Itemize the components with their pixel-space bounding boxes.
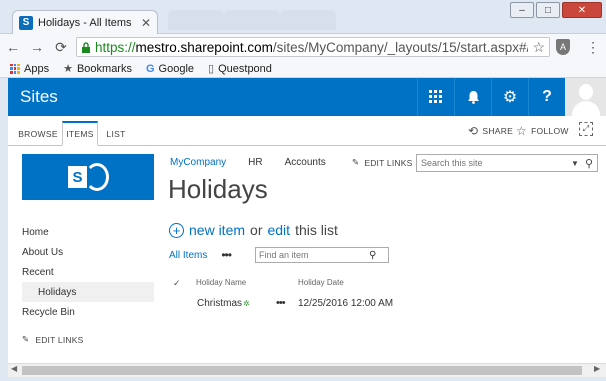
- search-icon[interactable]: ⚲: [369, 250, 376, 261]
- table-row[interactable]: Christmas ✲ ••• 12/25/2016 12:00 AM: [170, 297, 430, 314]
- browser-menu-icon[interactable]: ⋮: [586, 39, 600, 56]
- top-navigation: MyCompany HR Accounts: [170, 157, 326, 168]
- suite-title[interactable]: Sites: [8, 87, 417, 107]
- topnav-item-accounts[interactable]: Accounts: [285, 157, 326, 168]
- select-all-check-icon[interactable]: ✓: [173, 278, 181, 289]
- new-item-icon: ✲: [243, 299, 250, 308]
- holiday-date-cell: 12/25/2016 12:00 AM: [298, 298, 394, 309]
- site-logo[interactable]: S: [22, 154, 154, 200]
- maximize-button[interactable]: □: [536, 2, 560, 18]
- bookmarks-bar: Apps ★ Bookmarks G Google ▯ Questpond: [0, 60, 606, 78]
- find-item-box[interactable]: ⚲: [255, 247, 389, 263]
- scroll-left-icon[interactable]: ◀: [11, 364, 17, 373]
- url-text: https://mestro.sharepoint.com/sites/MyCo…: [95, 39, 528, 55]
- share-icon: ⟲: [468, 124, 479, 138]
- bookmark-google[interactable]: G Google: [146, 63, 194, 75]
- lock-icon: [81, 41, 91, 53]
- share-button[interactable]: ⟲ SHARE: [468, 124, 513, 138]
- sharepoint-logo-icon: S: [68, 163, 109, 191]
- settings-gear-icon[interactable]: ⚙: [491, 78, 528, 116]
- topnav-edit-links[interactable]: ✎ EDIT LINKS: [352, 157, 412, 168]
- pencil-icon: ✎: [352, 157, 360, 167]
- column-header-holiday-name[interactable]: Holiday Name: [196, 278, 246, 287]
- ql-item-recent[interactable]: Recent: [22, 262, 154, 282]
- apps-grid-icon: [10, 63, 20, 74]
- edit-list-link[interactable]: edit: [267, 222, 290, 238]
- close-window-button[interactable]: ✕: [562, 2, 602, 18]
- close-tab-icon[interactable]: ✕: [141, 16, 151, 30]
- browser-titlebar: S Holidays - All Items ✕ – □ ✕: [0, 0, 606, 34]
- address-bar[interactable]: https://mestro.sharepoint.com/sites/MyCo…: [76, 37, 550, 57]
- tab-browse[interactable]: BROWSE: [16, 121, 60, 146]
- scrollbar-thumb[interactable]: [22, 366, 582, 375]
- ql-item-holidays[interactable]: Holidays: [22, 282, 154, 302]
- ql-item-about-us[interactable]: About Us: [22, 242, 154, 262]
- topnav-item-hr[interactable]: HR: [248, 157, 262, 168]
- forward-arrow-icon[interactable]: →: [30, 39, 44, 55]
- star-icon: ★: [63, 63, 73, 75]
- back-arrow-icon[interactable]: ←: [6, 39, 20, 55]
- ql-item-home[interactable]: Home: [22, 222, 154, 242]
- sharepoint-favicon-icon: S: [19, 15, 33, 30]
- add-circle-icon[interactable]: +: [169, 222, 184, 238]
- window-controls: – □ ✕: [510, 2, 602, 18]
- background-tab[interactable]: [224, 10, 280, 30]
- star-outline-icon: ☆: [516, 124, 528, 138]
- ribbon: BROWSE ITEMS LIST ⟲ SHARE ☆ FOLLOW ⤢: [8, 116, 606, 146]
- quicklaunch-edit-links[interactable]: ✎ EDIT LINKS: [22, 334, 83, 345]
- reload-icon[interactable]: ⟳: [54, 39, 68, 56]
- notifications-bell-icon[interactable]: [454, 78, 491, 116]
- follow-button[interactable]: ☆ FOLLOW: [516, 124, 569, 138]
- tab-title: Holidays - All Items: [38, 16, 132, 29]
- bookmark-star-icon[interactable]: ☆: [532, 39, 545, 56]
- bookmark-apps[interactable]: Apps: [10, 63, 49, 75]
- this-list-text: this list: [295, 222, 338, 238]
- tab-items[interactable]: ITEMS: [62, 121, 98, 146]
- view-all-items[interactable]: All Items: [169, 250, 207, 261]
- new-item-row: + new item or edit this list: [169, 222, 338, 238]
- focus-on-content-icon[interactable]: ⤢: [579, 122, 593, 136]
- pencil-icon: ✎: [22, 334, 30, 344]
- topnav-item-mycompany[interactable]: MyCompany: [170, 157, 226, 168]
- google-icon: G: [145, 62, 155, 75]
- help-icon[interactable]: ?: [528, 78, 565, 116]
- site-search-box[interactable]: ▼ ⚲: [416, 154, 598, 172]
- page-icon: ▯: [208, 63, 215, 75]
- find-item-input[interactable]: [259, 250, 369, 260]
- avatar[interactable]: [565, 78, 606, 116]
- background-tab[interactable]: [168, 10, 224, 30]
- ql-item-recycle-bin[interactable]: Recycle Bin: [22, 302, 154, 322]
- horizontal-scrollbar[interactable]: ◀ ▶: [8, 363, 606, 377]
- bookmark-questpond[interactable]: ▯ Questpond: [208, 62, 272, 76]
- app-launcher-icon[interactable]: [417, 78, 454, 116]
- background-tab[interactable]: [280, 10, 336, 30]
- tab-list[interactable]: LIST: [100, 121, 132, 146]
- suite-bar: Sites ⚙ ?: [8, 78, 606, 116]
- bookmark-bookmarks[interactable]: ★ Bookmarks: [63, 62, 132, 76]
- holiday-name-cell[interactable]: Christmas: [197, 298, 242, 309]
- quick-launch: Home About Us Recent Holidays Recycle Bi…: [22, 222, 154, 322]
- search-icon[interactable]: ⚲: [585, 157, 593, 170]
- window-frame-bottom: [0, 377, 606, 381]
- scroll-right-icon[interactable]: ▶: [594, 364, 600, 373]
- column-header-holiday-date[interactable]: Holiday Date: [298, 278, 344, 287]
- browser-tab[interactable]: S Holidays - All Items ✕: [12, 10, 158, 34]
- or-text: or: [250, 222, 263, 238]
- view-selector: All Items •••: [169, 248, 232, 262]
- minimize-button[interactable]: –: [510, 2, 534, 18]
- item-menu-ellipsis[interactable]: •••: [276, 297, 286, 309]
- new-item-link[interactable]: new item: [189, 222, 245, 238]
- dropdown-caret-icon[interactable]: ▼: [571, 159, 579, 168]
- page-title: Holidays: [168, 174, 268, 204]
- more-views-ellipsis[interactable]: •••: [221, 248, 232, 262]
- window-frame: [0, 78, 8, 381]
- site-search-input[interactable]: [421, 158, 572, 168]
- angular-extension-icon[interactable]: A: [556, 39, 570, 55]
